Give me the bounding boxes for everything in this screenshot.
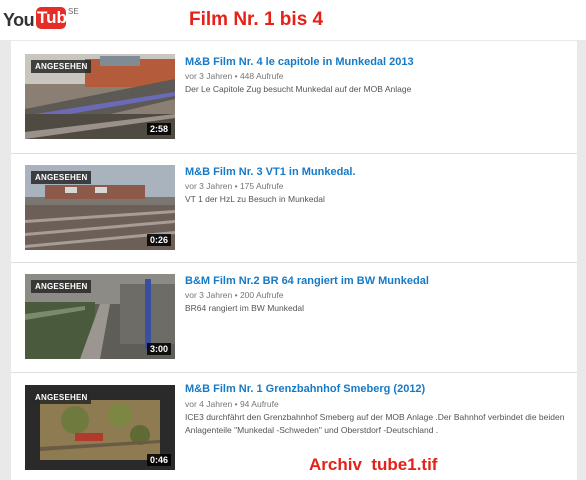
video-description: ICE3 durchfährt den Grenzbahnhof Smeberg… — [185, 412, 565, 435]
video-title-link[interactable]: M&B Film Nr. 4 le capitole in Munkedal 2… — [185, 56, 414, 68]
video-title-link[interactable]: M&B Film Nr. 3 VT1 in Munkedal. — [185, 166, 356, 178]
archive-caption: Archiv tube1.tif — [309, 455, 438, 474]
video-description: VT 1 der HzL zu Besuch in Munkedal — [185, 194, 325, 204]
duration-label: 0:26 — [146, 234, 171, 246]
duration-label: 3:00 — [146, 343, 171, 355]
video-thumbnail[interactable]: ANGESEHEN 0:26 — [25, 165, 175, 250]
video-title-link[interactable]: M&B Film Nr. 1 Grenzbahnhof Smeberg (201… — [185, 383, 425, 395]
video-thumbnail[interactable]: ANGESEHEN 2:58 — [25, 54, 175, 139]
logo-text-you: You — [3, 10, 35, 30]
duration-label: 0:46 — [146, 454, 171, 466]
watched-badge: ANGESEHEN — [31, 391, 92, 404]
video-thumbnail[interactable]: ANGESEHEN 3:00 — [25, 274, 175, 359]
video-description: BR64 rangiert im BW Munkedal — [185, 303, 305, 313]
video-meta: vor 3 Jahren • 200 Aufrufe — [185, 290, 284, 300]
video-card: ANGESEHEN 0:26 M&B Film Nr. 3 VT1 in Mun… — [11, 154, 577, 263]
video-title-link[interactable]: B&M Film Nr.2 BR 64 rangiert im BW Munke… — [185, 275, 429, 287]
video-meta: vor 3 Jahren • 448 Aufrufe — [185, 71, 284, 81]
logo-text-tube: Tube — [36, 7, 77, 29]
logo-region: SE — [68, 7, 79, 16]
header: You Tube SE Film Nr. 1 bis 4 — [0, 0, 586, 40]
video-meta: vor 4 Jahren • 94 Aufrufe — [185, 399, 279, 409]
video-meta: vor 3 Jahren • 175 Aufrufe — [185, 181, 284, 191]
video-card: ANGESEHEN 0:46 M&B Film Nr. 1 Grenzbahnh… — [11, 373, 577, 480]
video-thumbnail[interactable]: ANGESEHEN 0:46 — [25, 385, 175, 470]
watched-badge: ANGESEHEN — [31, 60, 92, 73]
video-card: ANGESEHEN 3:00 B&M Film Nr.2 BR 64 rangi… — [11, 263, 577, 373]
video-description: Der Le Capitole Zug besucht Munkedal auf… — [185, 84, 412, 94]
video-card: ANGESEHEN 2:58 M&B Film Nr. 4 le capitol… — [11, 41, 577, 154]
page-title: Film Nr. 1 bis 4 — [189, 9, 324, 30]
watched-badge: ANGESEHEN — [31, 280, 92, 293]
duration-label: 2:58 — [146, 123, 171, 135]
watched-badge: ANGESEHEN — [31, 171, 92, 184]
